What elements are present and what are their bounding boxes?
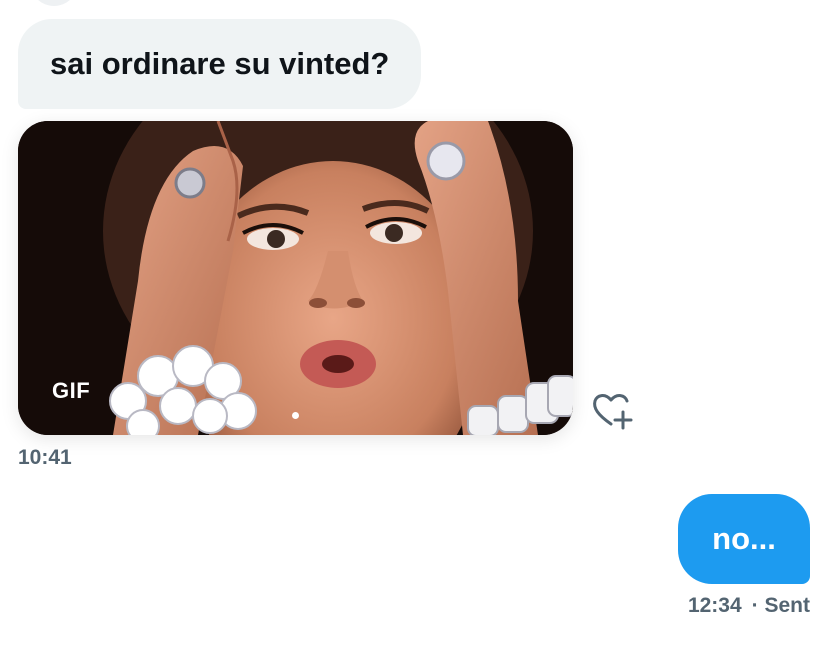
sent-status: · Sent <box>751 594 810 617</box>
sent-timestamp: 12:34 <box>687 594 742 617</box>
gif-message[interactable]: GIF <box>18 121 573 435</box>
received-message-bubble[interactable]: sai ordinare su vinted? <box>18 19 422 109</box>
gif-badge: GIF <box>52 378 91 403</box>
received-timestamp: 10:41 <box>18 446 72 469</box>
gif-image <box>18 121 573 435</box>
heart-plus-icon <box>593 394 633 430</box>
gif-progress-dot <box>292 412 299 419</box>
add-reaction-button[interactable] <box>590 390 636 432</box>
avatar[interactable] <box>30 0 78 6</box>
sent-meta: 12:34 · Sent <box>688 594 810 618</box>
dm-conversation: sai ordinare su vinted? GIF 10:41 no... … <box>0 0 827 648</box>
sent-message-text: no... <box>712 521 776 556</box>
sent-message-bubble[interactable]: no... <box>678 494 810 584</box>
received-message-text: sai ordinare su vinted? <box>50 46 390 81</box>
